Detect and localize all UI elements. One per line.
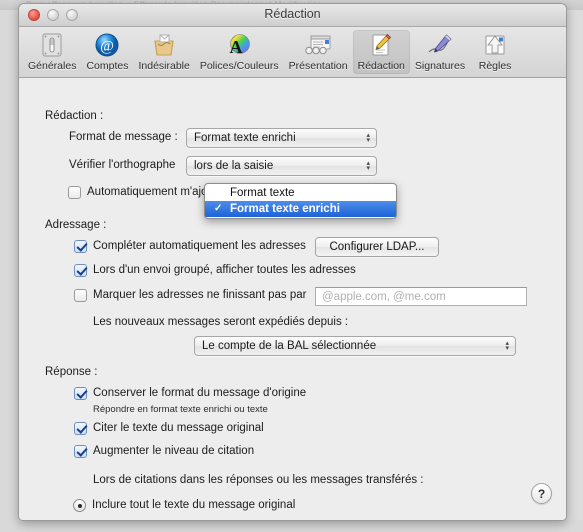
toolbar-item-regles[interactable]: Règles — [470, 30, 520, 74]
svg-text:@: @ — [101, 39, 115, 55]
menu-item-label: Format texte — [230, 187, 295, 199]
label-include-all-text: Inclure tout le texte du message origina… — [92, 499, 296, 511]
svg-text:A: A — [230, 37, 243, 57]
toolbar-item-redaction[interactable]: Rédaction — [352, 30, 410, 74]
toolbar-item-signatures[interactable]: Signatures — [410, 30, 470, 74]
checkmark-icon: ✓ — [214, 203, 223, 214]
preferences-content-pane: Rédaction : Format de message : Format t… — [19, 78, 566, 521]
at-sign-accounts-icon: @ — [92, 31, 122, 59]
help-button-label: ? — [537, 486, 546, 501]
background-window-left-edge — [0, 0, 18, 532]
junk-mail-bin-icon — [149, 31, 179, 59]
toolbar-item-label: Polices/Couleurs — [199, 60, 279, 72]
section-label-adressage: Adressage : — [45, 219, 107, 231]
updown-arrows-icon: ▴▾ — [366, 160, 370, 172]
label-verifier-orthographe: Vérifier l'orthographe — [69, 159, 176, 171]
menu-item-label: Format texte enrichi — [230, 203, 340, 215]
window-titlebar: Rédaction — [19, 4, 566, 27]
label-include-selected-text: Inclure le texte sélectionné ou, à défau… — [92, 520, 358, 521]
checkbox-keep-original-format[interactable] — [74, 387, 87, 400]
rules-funnel-icon — [480, 31, 510, 59]
configure-ldap-label: Configurer LDAP... — [329, 241, 425, 253]
updown-arrows-icon: ▴▾ — [366, 132, 370, 144]
checkbox-group-send-show-all[interactable] — [74, 264, 87, 277]
label-quote-original-text: Citer le texte du message original — [93, 422, 264, 434]
toolbar-item-polices-couleurs[interactable]: A Polices/Couleurs — [195, 30, 284, 74]
menu-item-format-texte-enrichi[interactable]: ✓ Format texte enrichi — [205, 201, 396, 217]
label-autocomplete-addresses: Compléter automatiquement les adresses — [93, 240, 306, 252]
toolbar-item-label: Comptes — [86, 60, 129, 72]
signature-pen-icon — [425, 31, 455, 59]
radio-include-selected-text[interactable] — [73, 520, 86, 521]
updown-arrows-icon: ▴▾ — [505, 340, 509, 352]
label-send-new-messages-from: Les nouveaux messages seront expédiés de… — [93, 316, 349, 328]
send-from-value: Le compte de la BAL sélectionnée — [202, 340, 377, 352]
toolbar-item-label: Générales — [28, 60, 77, 72]
toolbar-item-label: Rédaction — [357, 60, 405, 72]
label-increase-quote-level: Augmenter le niveau de citation — [93, 445, 255, 457]
checkbox-autocomplete-addresses[interactable] — [74, 240, 87, 253]
message-format-value: Format texte enrichi — [194, 132, 296, 144]
composing-pencil-pad-icon — [366, 31, 396, 59]
message-format-dropdown-menu[interactable]: Format texte ✓ Format texte enrichi — [204, 183, 397, 219]
section-label-redaction: Rédaction : — [45, 110, 104, 122]
menu-item-format-texte[interactable]: Format texte — [205, 185, 396, 201]
background-window-bottom-edge — [0, 520, 583, 532]
checkbox-mark-addresses[interactable] — [74, 289, 87, 302]
section-label-reponse: Réponse : — [45, 366, 98, 378]
checkbox-auto-add-me[interactable] — [68, 186, 81, 199]
toolbar-item-label: Présentation — [288, 60, 348, 72]
toolbar-item-label: Règles — [478, 60, 512, 72]
message-format-popup-button[interactable]: Format texte enrichi ▴ ▾ — [186, 128, 377, 148]
viewing-window-icon — [303, 31, 333, 59]
fonts-colors-icon: A — [224, 31, 254, 59]
toolbar-item-label: Signatures — [414, 60, 466, 72]
label-quoting-header: Lors de citations dans les réponses ou l… — [93, 474, 424, 486]
label-mark-addresses: Marquer les adresses ne finissant pas pa… — [93, 289, 307, 301]
label-group-send-show-all: Lors d'un envoi groupé, afficher toutes … — [93, 264, 356, 276]
sublabel-keep-original-format: Répondre en format texte enrichi ou text… — [93, 404, 268, 415]
radio-include-all-text[interactable] — [73, 499, 86, 512]
configure-ldap-button[interactable]: Configurer LDAP... — [315, 237, 439, 257]
spellcheck-value: lors de la saisie — [194, 160, 274, 172]
toolbar-item-generales[interactable]: Générales — [23, 30, 81, 74]
preferences-toolbar: Générales @ Comptes Indésirable A Police… — [19, 27, 566, 78]
mail-preferences-window: Rédaction Générales @ Comptes Indésirabl… — [18, 3, 567, 521]
label-format-de-message: Format de message : — [69, 131, 178, 143]
help-button[interactable]: ? — [531, 483, 552, 504]
toolbar-item-comptes[interactable]: @ Comptes — [81, 30, 133, 74]
mark-addresses-input[interactable]: @apple.com, @me.com — [315, 287, 527, 306]
mark-addresses-placeholder: @apple.com, @me.com — [322, 290, 446, 303]
window-title: Rédaction — [264, 7, 321, 21]
toolbar-item-presentation[interactable]: Présentation — [284, 30, 353, 74]
send-from-account-popup-button[interactable]: Le compte de la BAL sélectionnée ▴ ▾ — [194, 336, 516, 356]
toolbar-item-indesirable[interactable]: Indésirable — [133, 30, 194, 74]
toolbar-item-label: Indésirable — [138, 60, 190, 72]
label-keep-original-format: Conserver le format du message d'origine — [93, 387, 307, 399]
spellcheck-popup-button[interactable]: lors de la saisie ▴ ▾ — [186, 156, 377, 176]
checkbox-increase-quote-level[interactable] — [74, 445, 87, 458]
general-switch-icon — [37, 31, 67, 59]
checkbox-quote-original-text[interactable] — [74, 422, 87, 435]
